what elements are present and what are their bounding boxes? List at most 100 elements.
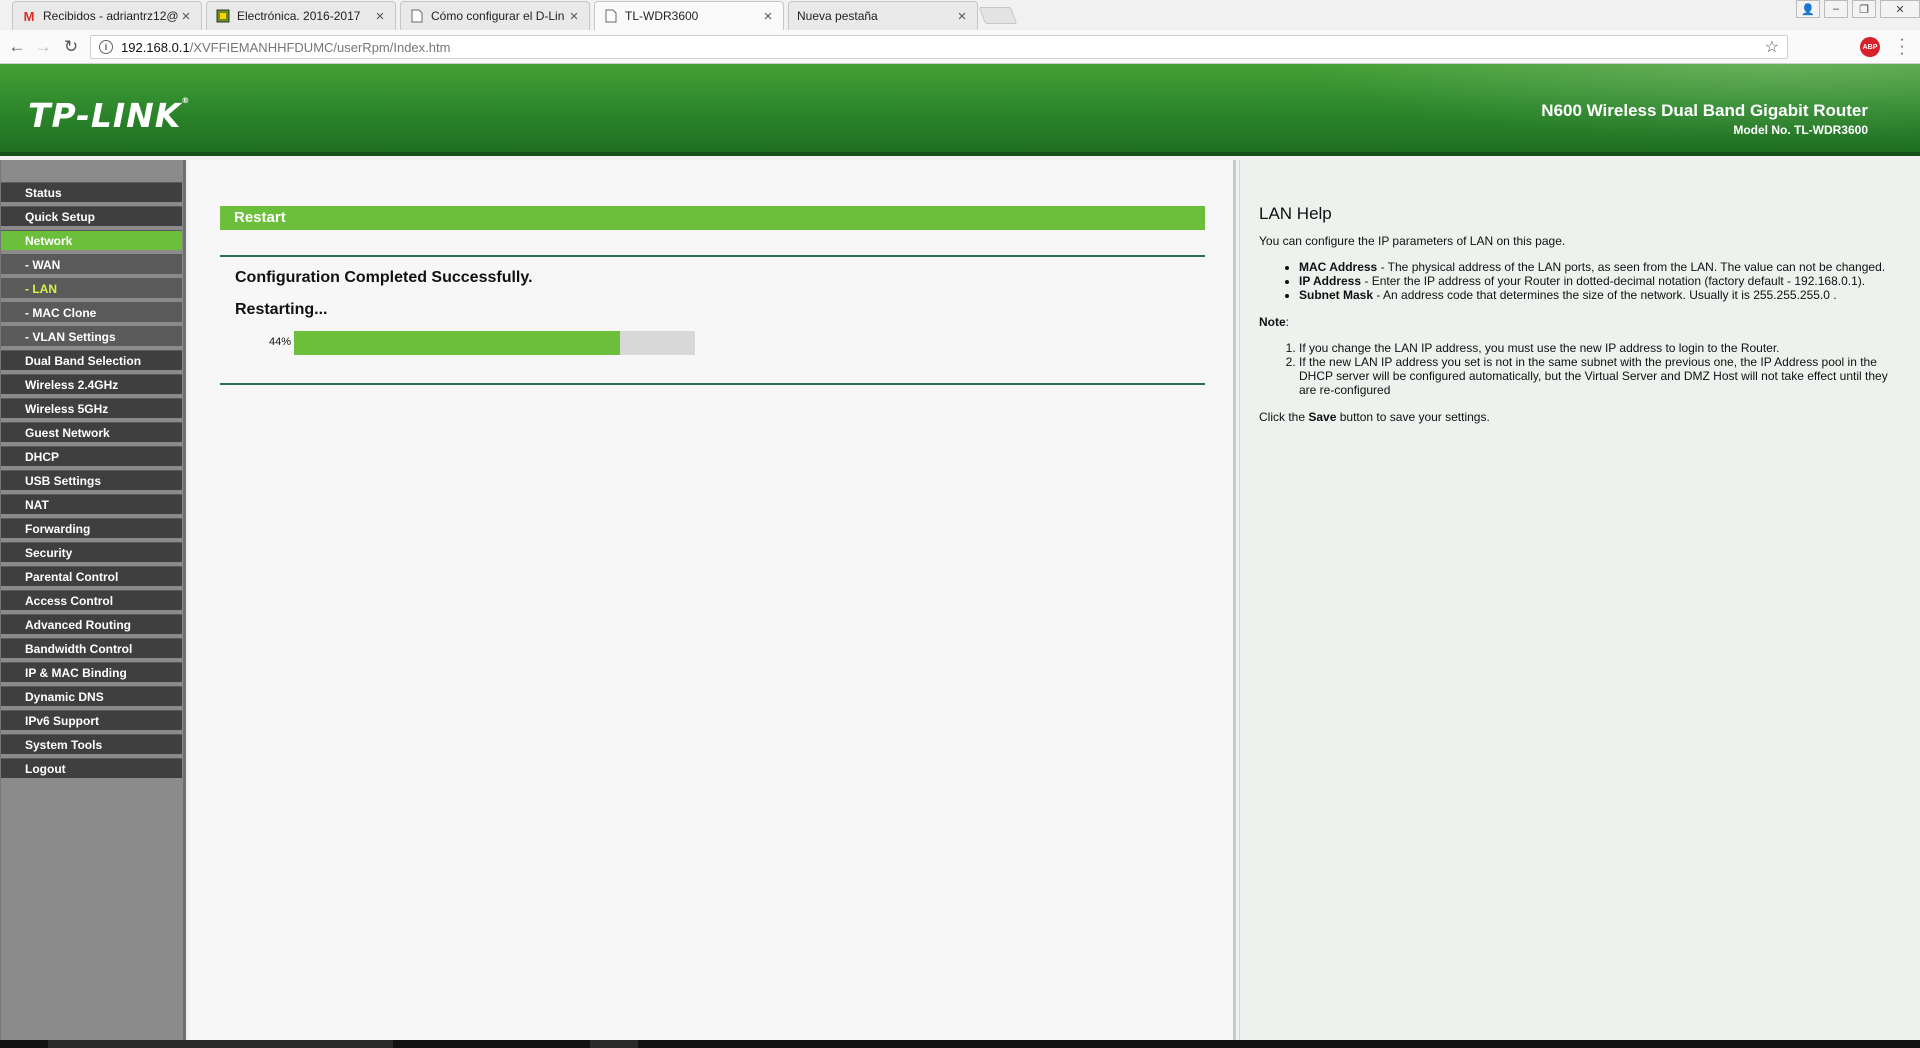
green-square-icon: [215, 8, 231, 24]
help-item: Subnet Mask - An address code that deter…: [1299, 288, 1906, 302]
note-item: If the new LAN IP address you set is not…: [1299, 355, 1906, 397]
back-icon[interactable]: ←: [6, 36, 28, 58]
sidebar-item-quick-setup[interactable]: Quick Setup: [1, 206, 182, 227]
tab-title: Nueva pestaña: [797, 9, 878, 23]
page-icon: [603, 8, 619, 24]
sidebar-item-dhcp[interactable]: DHCP: [1, 446, 182, 467]
help-list: MAC Address - The physical address of th…: [1299, 260, 1906, 302]
note-label: Note: [1259, 315, 1286, 329]
sidebar-item-usb-settings[interactable]: USB Settings: [1, 470, 182, 491]
browser-tab-active[interactable]: TL-WDR3600 ×: [594, 1, 784, 30]
note-item: If you change the LAN IP address, you mu…: [1299, 341, 1906, 355]
menu-icon[interactable]: · · ·: [1896, 32, 1908, 62]
progress-label: 44%: [269, 336, 292, 348]
sidebar-item-wan[interactable]: - WAN: [1, 254, 182, 275]
help-item: IP Address - Enter the IP address of you…: [1299, 274, 1906, 288]
sidebar-item-bandwidth-control[interactable]: Bandwidth Control: [1, 638, 182, 659]
sidebar-item-lan[interactable]: - LAN: [1, 278, 182, 299]
minimize-button[interactable]: –: [1824, 0, 1848, 18]
close-tab-icon[interactable]: ×: [179, 8, 193, 25]
help-term: Subnet Mask: [1299, 288, 1374, 302]
gmail-icon: M: [23, 8, 35, 24]
sidebar-item-vlan-settings[interactable]: - VLAN Settings: [1, 326, 182, 347]
help-term: MAC Address: [1299, 260, 1378, 274]
browser-tab[interactable]: Nueva pestaña ×: [788, 1, 978, 30]
help-intro: You can configure the IP parameters of L…: [1259, 234, 1566, 248]
taskbar-item[interactable]: [48, 1040, 393, 1048]
browser-toolbar: ← → ↻ i 192.168.0.1/XVFFIEMANHHFDUMC/use…: [0, 30, 1920, 64]
help-panel: LAN Help You can configure the IP parame…: [1239, 160, 1920, 1040]
save-post: button to save your settings.: [1336, 410, 1490, 424]
sidebar-item-nat[interactable]: NAT: [1, 494, 182, 515]
forward-icon[interactable]: →: [32, 36, 54, 58]
progress-fill: [294, 331, 621, 355]
logo-text: TP-LINK: [28, 96, 182, 135]
main-content: Restart Configuration Completed Successf…: [189, 160, 1236, 1040]
browser-tab[interactable]: M Recibidos - adriantrz12@ ×: [12, 1, 202, 30]
adblock-icon[interactable]: ABP: [1860, 37, 1880, 57]
sidebar-item-guest-network[interactable]: Guest Network: [1, 422, 182, 443]
sidebar-item-logout[interactable]: Logout: [1, 758, 182, 779]
help-desc: - Enter the IP address of your Router in…: [1361, 274, 1866, 288]
browser-tab[interactable]: Cómo configurar el D-Lin ×: [400, 1, 590, 30]
address-bar[interactable]: i 192.168.0.1/XVFFIEMANHHFDUMC/userRpm/I…: [90, 35, 1788, 59]
browser-tab[interactable]: Electrónica. 2016-2017 ×: [206, 1, 396, 30]
save-word: Save: [1308, 410, 1337, 424]
close-tab-icon[interactable]: ×: [567, 8, 581, 25]
sidebar-item-parental-control[interactable]: Parental Control: [1, 566, 182, 587]
reload-icon[interactable]: ↻: [60, 36, 82, 58]
browser-tabstrip: M Recibidos - adriantrz12@ × Electrónica…: [0, 0, 1920, 30]
help-term: IP Address: [1299, 274, 1362, 288]
sidebar-item-mac-clone[interactable]: - MAC Clone: [1, 302, 182, 323]
profile-icon[interactable]: 👤: [1796, 0, 1820, 18]
sidebar-item-forwarding[interactable]: Forwarding: [1, 518, 182, 539]
sidebar-item-access-control[interactable]: Access Control: [1, 590, 182, 611]
page-title: Restart: [220, 206, 1205, 230]
save-instruction: Click the Save button to save your setti…: [1259, 410, 1906, 424]
info-icon[interactable]: i: [99, 40, 113, 54]
sidebar-menu: Status Quick Setup Network - WAN - LAN -…: [0, 160, 186, 1040]
bookmark-star-icon[interactable]: ☆: [1765, 37, 1779, 57]
sidebar-item-network[interactable]: Network: [1, 230, 182, 251]
sidebar-item-advanced-routing[interactable]: Advanced Routing: [1, 614, 182, 635]
page-icon: [409, 8, 425, 24]
save-pre: Click the: [1259, 410, 1309, 424]
sidebar-item-dynamic-dns[interactable]: Dynamic DNS: [1, 686, 182, 707]
divider: [220, 383, 1205, 385]
sidebar-item-ip-mac-binding[interactable]: IP & MAC Binding: [1, 662, 182, 683]
close-window-button[interactable]: ✕: [1880, 0, 1920, 18]
note-heading: Note:: [1259, 315, 1290, 329]
help-item: MAC Address - The physical address of th…: [1299, 260, 1906, 274]
new-tab-button[interactable]: [978, 7, 1018, 24]
sidebar-item-ipv6-support[interactable]: IPv6 Support: [1, 710, 182, 731]
sidebar-item-dual-band[interactable]: Dual Band Selection: [1, 350, 182, 371]
sidebar-item-status[interactable]: Status: [1, 182, 182, 203]
progress-bar: [294, 331, 695, 355]
url-path: /XVFFIEMANHHFDUMC/userRpm/Index.htm: [189, 39, 451, 55]
sidebar-item-wireless-24[interactable]: Wireless 2.4GHz: [1, 374, 182, 395]
tab-title: Cómo configurar el D-Lin: [431, 9, 565, 23]
restore-button[interactable]: ❐: [1852, 0, 1876, 18]
sidebar-item-wireless-5[interactable]: Wireless 5GHz: [1, 398, 182, 419]
tab-title: TL-WDR3600: [625, 9, 699, 23]
close-tab-icon[interactable]: ×: [761, 8, 775, 25]
tab-title: Electrónica. 2016-2017: [237, 9, 361, 23]
sidebar-item-system-tools[interactable]: System Tools: [1, 734, 182, 755]
window-controls: 👤 – ❐ ✕: [1792, 0, 1920, 18]
help-desc: - An address code that determines the si…: [1373, 288, 1837, 302]
sidebar-item-security[interactable]: Security: [1, 542, 182, 563]
url-host: 192.168.0.1: [121, 39, 190, 55]
taskbar-item[interactable]: [590, 1040, 638, 1048]
close-tab-icon[interactable]: ×: [955, 8, 969, 25]
product-name: N600 Wireless Dual Band Gigabit Router: [1541, 101, 1868, 120]
help-title: LAN Help: [1259, 204, 1332, 223]
success-message: Configuration Completed Successfully.: [235, 269, 533, 286]
model-number: Model No. TL-WDR3600: [1733, 123, 1868, 137]
tp-link-logo: TP-LINK®: [28, 96, 191, 135]
divider: [220, 255, 1205, 257]
note-list: If you change the LAN IP address, you mu…: [1299, 341, 1906, 397]
tab-title: Recibidos - adriantrz12@: [43, 9, 179, 23]
restart-status: Restarting...: [235, 301, 328, 318]
router-header: TP-LINK® N600 Wireless Dual Band Gigabit…: [0, 64, 1920, 156]
close-tab-icon[interactable]: ×: [373, 8, 387, 25]
